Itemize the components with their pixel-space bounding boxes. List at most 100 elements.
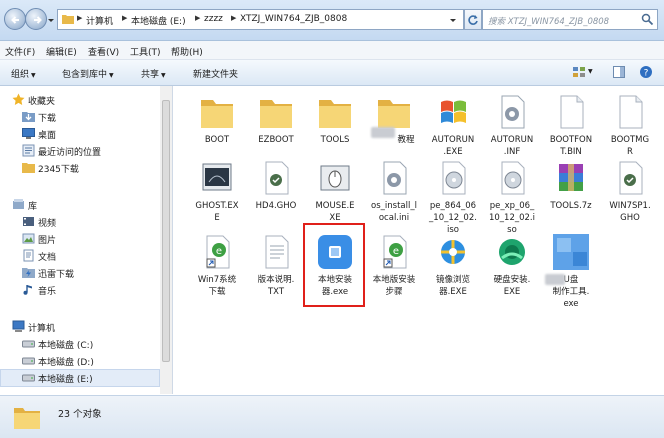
gho-file-icon bbox=[265, 161, 289, 195]
chevron-down-icon: ▼ bbox=[161, 72, 166, 79]
command-toolbar: 组织 ▼ 包含到库中 ▼ 共享 ▼ 新建文件夹 ▼ ? bbox=[0, 60, 664, 86]
change-view-icon[interactable] bbox=[572, 65, 586, 79]
item-count: 23 个对象 bbox=[58, 409, 102, 420]
ghost-exe-icon bbox=[202, 163, 232, 191]
file-name: MOUSE.E XE bbox=[315, 201, 355, 223]
usb-tool-icon bbox=[553, 234, 589, 270]
shortcut-ie-icon: e bbox=[383, 235, 407, 269]
refresh-icon bbox=[468, 15, 478, 25]
breadcrumb-separator-icon: ▶ bbox=[231, 14, 237, 22]
include-in-library-button[interactable]: 包含到库中 ▼ bbox=[62, 67, 114, 80]
folder-icon bbox=[260, 100, 292, 128]
chevron-down-icon: ▼ bbox=[31, 72, 36, 79]
back-arrow-icon bbox=[11, 16, 19, 24]
nav-scrollbar-thumb[interactable] bbox=[162, 100, 170, 362]
file-name: 镜像浏览 器.EXE bbox=[435, 275, 470, 297]
archive-icon bbox=[559, 164, 583, 191]
forward-arrow-icon bbox=[34, 16, 42, 24]
back-button[interactable] bbox=[4, 8, 26, 30]
preview-pane-icon[interactable] bbox=[612, 65, 626, 79]
breadcrumb-separator-icon: ▶ bbox=[195, 14, 201, 22]
file-name: pe_864_06 _10_12_02. iso bbox=[429, 201, 477, 235]
music-note-icon bbox=[23, 285, 32, 295]
search-icon[interactable] bbox=[641, 13, 654, 26]
new-folder-button[interactable]: 新建文件夹 bbox=[193, 67, 238, 80]
blank-file-icon bbox=[560, 95, 584, 129]
windows-exe-icon bbox=[441, 100, 466, 123]
search-placeholder: 搜索 XTZJ_WIN764_ZJB_0808 bbox=[488, 17, 610, 27]
menu-edit[interactable]: 编辑(E) bbox=[46, 45, 77, 58]
share-label: 共享 bbox=[141, 70, 160, 80]
breadcrumb-drive-e[interactable]: 本地磁盘 (E:) bbox=[131, 14, 186, 27]
file-name: GHOST.EX E bbox=[195, 201, 239, 223]
iso-file-icon bbox=[501, 161, 525, 195]
text-file-icon bbox=[265, 235, 289, 269]
svg-text:e: e bbox=[216, 246, 222, 257]
breadcrumb-current-folder[interactable]: XTZJ_WIN764_ZJB_0808 bbox=[240, 14, 347, 24]
folder-icon bbox=[62, 15, 74, 24]
navigation-pane: 收藏夹 下载 桌面 最近访问的位置 2345下载 库 视频 图片 文档 迅雷下载… bbox=[0, 86, 173, 394]
downloads-folder-icon bbox=[22, 112, 35, 122]
address-path[interactable]: ▶ 计算机 ▶ 本地磁盘 (E:) ▶ zzzz ▶ XTZJ_WIN764_Z… bbox=[57, 9, 464, 30]
help-icon[interactable]: ? bbox=[639, 65, 653, 79]
organize-button[interactable]: 组织 ▼ bbox=[11, 67, 36, 80]
redacted-text bbox=[545, 274, 565, 285]
hard-drive-icon bbox=[22, 357, 35, 365]
file-name: pe_xp_06_ 10_12_02.i so bbox=[488, 201, 535, 235]
breadcrumb-computer[interactable]: 计算机 bbox=[86, 14, 113, 27]
menu-view[interactable]: 查看(V) bbox=[88, 45, 119, 58]
search-input[interactable]: 搜索 XTZJ_WIN764_ZJB_0808 bbox=[482, 9, 658, 30]
forward-button[interactable] bbox=[25, 8, 47, 30]
menu-bar: 文件(F) 编辑(E) 查看(V) 工具(T) 帮助(H) bbox=[0, 41, 664, 60]
hard-drive-icon bbox=[22, 340, 35, 348]
svg-text:?: ? bbox=[644, 69, 649, 79]
refresh-button[interactable] bbox=[464, 9, 482, 30]
file-name: 版本说明. TXT bbox=[257, 275, 295, 297]
file-name: BOOTFON T.BIN bbox=[549, 135, 593, 157]
view-options-chevron-icon[interactable]: ▼ bbox=[588, 68, 593, 75]
include-in-library-label: 包含到库中 bbox=[62, 70, 108, 80]
file-name: Win7系统 下载 bbox=[197, 275, 237, 297]
gho-file-icon bbox=[619, 161, 643, 195]
file-name: 本地版安装 步骤 bbox=[372, 275, 416, 297]
file-name: EZBOOT bbox=[258, 135, 294, 145]
thunder-download-icon bbox=[22, 268, 35, 278]
settings-file-icon bbox=[501, 95, 525, 129]
folder-icon bbox=[378, 100, 410, 128]
breadcrumb-zzzz[interactable]: zzzz bbox=[204, 14, 223, 24]
organize-label: 组织 bbox=[11, 70, 30, 80]
share-button[interactable]: 共享 ▼ bbox=[141, 67, 166, 80]
redacted-text bbox=[371, 127, 395, 138]
breadcrumb-separator-icon: ▶ bbox=[122, 14, 128, 22]
image-browser-icon bbox=[441, 240, 465, 264]
file-name: HD4.GHO bbox=[255, 201, 297, 211]
menu-tools[interactable]: 工具(T) bbox=[130, 45, 161, 58]
file-name: TOOLS.7z bbox=[550, 201, 592, 211]
documents-library-icon bbox=[23, 249, 34, 262]
settings-file-icon bbox=[383, 161, 407, 195]
library-icon bbox=[13, 199, 24, 209]
recent-places-icon bbox=[22, 144, 35, 157]
desktop-icon bbox=[22, 128, 35, 139]
folder-icon bbox=[201, 100, 233, 128]
video-library-icon bbox=[23, 217, 34, 226]
address-bar: ▶ 计算机 ▶ 本地磁盘 (E:) ▶ zzzz ▶ XTZJ_WIN764_Z… bbox=[0, 0, 664, 41]
recent-pages-chevron-icon[interactable] bbox=[47, 16, 55, 24]
mouse-exe-icon bbox=[320, 165, 350, 191]
file-name: 硬盘安装. EXE bbox=[493, 275, 531, 297]
file-name: AUTORUN .EXE bbox=[431, 135, 475, 157]
highlight-box bbox=[303, 223, 365, 307]
star-icon bbox=[12, 93, 25, 105]
picture-library-icon bbox=[22, 233, 35, 244]
file-name: WIN7SP1. GHO bbox=[609, 201, 651, 223]
menu-file[interactable]: 文件(F) bbox=[5, 45, 35, 58]
address-dropdown-chevron-icon[interactable] bbox=[449, 16, 457, 24]
file-name: AUTORUN .INF bbox=[490, 135, 534, 157]
svg-text:e: e bbox=[393, 246, 399, 257]
menu-help[interactable]: 帮助(H) bbox=[171, 45, 203, 58]
file-name: os_install_l ocal.ini bbox=[371, 201, 417, 223]
disk-install-icon bbox=[499, 239, 525, 265]
status-bar: 23 个对象 bbox=[0, 395, 664, 438]
hard-drive-icon bbox=[22, 374, 35, 382]
folder-icon bbox=[319, 100, 351, 128]
